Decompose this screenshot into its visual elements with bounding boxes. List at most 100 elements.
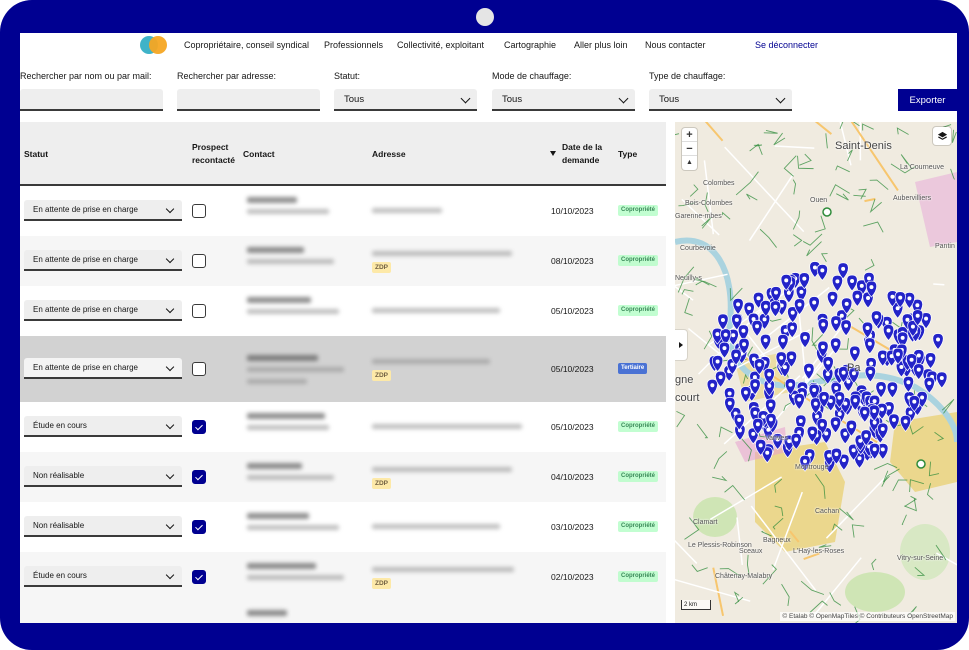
contact-name-redacted xyxy=(247,297,311,303)
table-row[interactable]: En attente de prise en charge 10/10/2023 C… xyxy=(20,185,666,236)
map-marker-dot xyxy=(872,399,877,404)
map-place-label: Vanves xyxy=(765,435,788,442)
status-filter-select[interactable]: Tous xyxy=(334,89,477,111)
export-button[interactable]: Exporter xyxy=(898,89,957,111)
row-status-select[interactable]: En attente de prise en charge xyxy=(24,199,182,221)
chevron-down-icon xyxy=(165,520,175,530)
status-filter-label: Statut: xyxy=(334,71,361,81)
map-marker-dot xyxy=(927,381,932,386)
map-marker-dot xyxy=(895,306,900,311)
map-marker-dot xyxy=(915,313,920,318)
header-contact[interactable]: Contact xyxy=(243,148,275,161)
row-status-value: En attente de prise en charge xyxy=(33,363,138,372)
logout-link[interactable]: Se déconnecter xyxy=(755,40,818,50)
table-row[interactable]: En attente de prise en charge 05/10/2023 C… xyxy=(20,286,666,336)
map-poi xyxy=(822,207,832,217)
map-marker-dot xyxy=(798,418,803,423)
nav-link-aller-plus-loin[interactable]: Aller plus loin xyxy=(574,40,628,50)
type-badge: Copropriété xyxy=(618,571,659,582)
map-place-label: gne xyxy=(675,374,694,386)
map-marker-dot xyxy=(880,426,885,431)
map-marker-dot xyxy=(841,370,846,375)
map-marker-dot xyxy=(841,266,846,271)
nav-link-professionnels[interactable]: Professionnels xyxy=(324,40,383,50)
layers-button[interactable] xyxy=(933,127,951,145)
row-status-select[interactable]: Étude en cours xyxy=(24,416,182,437)
map-marker-dot xyxy=(797,397,802,402)
row-status-select[interactable]: Non réalisable xyxy=(24,466,182,487)
prospect-checkbox[interactable] xyxy=(192,254,206,268)
table-row[interactable]: En attente de prise en charge ZDP 05/10/20… xyxy=(20,336,666,402)
contact-name-redacted xyxy=(247,196,297,203)
logo[interactable] xyxy=(140,35,170,55)
map-marker-dot xyxy=(765,450,770,455)
map-marker-dot xyxy=(887,405,892,410)
contact-email-redacted xyxy=(247,259,334,264)
header-type[interactable]: Type xyxy=(618,148,637,161)
contact-name-redacted xyxy=(247,247,304,253)
prospect-checkbox[interactable] xyxy=(192,203,206,218)
prospect-checkbox[interactable] xyxy=(192,520,206,534)
table-row[interactable]: En attente de prise en charge ZDP 08/10/20… xyxy=(20,236,666,286)
compass-button[interactable]: ▲ xyxy=(682,156,697,170)
header-status[interactable]: Statut xyxy=(24,148,48,161)
map-marker-dot xyxy=(812,387,817,392)
table-row[interactable]: Étude en cours 05/10/2023 Copropriété xyxy=(20,402,666,452)
heating-type-select[interactable]: Tous xyxy=(649,89,792,111)
nav-link-contact[interactable]: Nous contacter xyxy=(645,40,706,50)
zdp-badge: ZDP xyxy=(372,578,391,589)
map-place-label: Garenne-mbes xyxy=(675,213,722,220)
map-marker-dot xyxy=(841,458,846,463)
map-place-label: L'Haÿ-les-Roses xyxy=(793,548,845,555)
map-attribution[interactable]: © Etalab © OpenMapTiles © Contributeurs … xyxy=(780,612,955,621)
map-marker-dot xyxy=(868,369,873,374)
map-marker-dot xyxy=(844,323,849,328)
heating-mode-select[interactable]: Tous xyxy=(492,89,635,111)
contact-name-redacted xyxy=(247,463,302,469)
nav-link-collectivite[interactable]: Collectivité, exploitant xyxy=(397,40,484,50)
map-marker-dot xyxy=(906,380,911,385)
prospect-checkbox[interactable] xyxy=(192,420,206,434)
table-row[interactable]: Non réalisable 03/10/2023 Copropriété xyxy=(20,502,666,552)
row-status-select[interactable]: En attente de prise en charge xyxy=(24,358,182,379)
header-address[interactable]: Adresse xyxy=(372,148,406,161)
map-panel-toggle[interactable] xyxy=(675,330,687,360)
map-marker-dot xyxy=(757,362,762,367)
name-search-input[interactable] xyxy=(20,89,163,111)
row-status-select[interactable]: Non réalisable xyxy=(24,516,182,537)
zoom-out-button[interactable]: − xyxy=(682,142,697,156)
address-search-input[interactable] xyxy=(177,89,320,111)
row-status-value: En attente de prise en charge xyxy=(33,305,138,314)
zoom-in-button[interactable]: + xyxy=(682,128,697,142)
row-status-select[interactable]: Étude en cours xyxy=(24,566,182,587)
map-marker-dot xyxy=(723,332,728,337)
header-date-line1[interactable]: Date de la xyxy=(562,141,602,154)
map-marker-dot xyxy=(790,325,795,330)
row-status-select[interactable]: En attente de prise en charge xyxy=(24,300,182,321)
sort-descending-icon[interactable] xyxy=(550,151,556,156)
row-status-select[interactable]: En attente de prise en charge xyxy=(24,250,182,271)
map-marker-dot xyxy=(820,345,825,350)
nav-link-coproprietaire[interactable]: Copropriétaire, conseil syndical xyxy=(184,40,309,50)
prospect-checkbox[interactable] xyxy=(192,362,206,376)
map-marker-dot xyxy=(855,294,860,299)
nav-link-cartographie[interactable]: Cartographie xyxy=(504,40,556,50)
park-area xyxy=(845,572,905,612)
table-row[interactable]: Étude en cours ZDP 02/10/2023 Copropriété xyxy=(20,552,666,602)
map-marker-dot xyxy=(747,306,752,311)
map-marker-dot xyxy=(825,372,830,377)
map-marker-dot xyxy=(773,304,778,309)
row-status-value: En attente de prise en charge xyxy=(33,204,138,214)
map-marker-dot xyxy=(727,391,732,396)
map-view[interactable]: Saint-Denis Bois-Colombes Colombes Aubervil… xyxy=(675,122,957,623)
map-place-label: Le Plessis-Robinson xyxy=(688,542,752,549)
map-marker-dot xyxy=(869,361,874,366)
map-marker-dot xyxy=(784,278,789,283)
map-marker-dot xyxy=(915,303,920,308)
table-row[interactable]: Non réalisable ZDP 04/10/2023 Copropriété xyxy=(20,452,666,502)
prospect-checkbox[interactable] xyxy=(192,570,206,584)
map-marker-dot xyxy=(794,437,799,442)
table-row[interactable] xyxy=(20,602,666,623)
prospect-checkbox[interactable] xyxy=(192,304,206,318)
prospect-checkbox[interactable] xyxy=(192,470,206,484)
